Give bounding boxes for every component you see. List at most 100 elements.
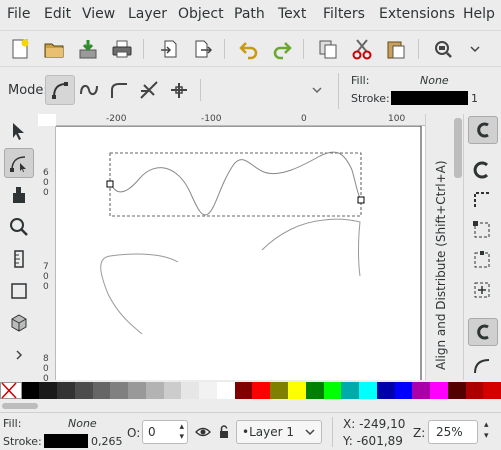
menu-extensions[interactable]: Extensions: [379, 6, 455, 22]
stroke-color-swatch[interactable]: [391, 91, 468, 105]
more-tools-icon[interactable]: [4, 340, 34, 370]
color-swatch[interactable]: [483, 382, 501, 399]
node-tool-icon[interactable]: [4, 148, 34, 178]
menu-edit[interactable]: Edit: [44, 6, 71, 22]
import-arrow-icon[interactable]: [155, 35, 183, 63]
snap-midpoint-icon[interactable]: [472, 250, 492, 274]
command-bar: [0, 30, 501, 66]
spin-down-icon[interactable]: ▾: [484, 431, 489, 441]
zoom-label: Z:: [413, 426, 426, 440]
color-swatch[interactable]: [216, 382, 235, 399]
measure-tool-icon[interactable]: [4, 244, 34, 274]
scrollbar-thumb[interactable]: [2, 403, 38, 409]
shape-dropdown-chevron-icon[interactable]: [310, 83, 324, 101]
spin-up-icon[interactable]: ▴: [179, 422, 184, 432]
snap-center-icon[interactable]: [472, 280, 492, 304]
menu-object[interactable]: Object: [178, 6, 224, 22]
snap-toolbar: [463, 114, 501, 380]
color-swatch[interactable]: [270, 382, 289, 399]
rect-tool-icon[interactable]: [4, 276, 34, 306]
spin-down-icon[interactable]: ▾: [179, 432, 184, 442]
undo-icon[interactable]: [235, 35, 263, 63]
eye-icon[interactable]: [195, 425, 211, 443]
color-swatch[interactable]: [359, 382, 377, 399]
color-swatch[interactable]: [145, 382, 164, 399]
color-swatch[interactable]: [305, 382, 324, 399]
color-swatch[interactable]: [341, 382, 360, 399]
color-swatch[interactable]: [252, 382, 271, 399]
snap-bbox-icon[interactable]: [472, 160, 492, 184]
lock-icon[interactable]: [217, 424, 231, 444]
color-swatch[interactable]: [39, 382, 58, 399]
color-swatch[interactable]: [92, 382, 111, 399]
color-swatch[interactable]: [57, 382, 75, 399]
color-swatch[interactable]: [447, 382, 466, 399]
color-swatch[interactable]: [163, 382, 182, 399]
zoom-icon[interactable]: [429, 35, 457, 63]
open-icon[interactable]: [40, 35, 68, 63]
menu-text[interactable]: Text: [278, 6, 306, 22]
print-icon[interactable]: [108, 35, 136, 63]
color-swatch[interactable]: [74, 382, 93, 399]
tweak-tool-icon[interactable]: [4, 180, 34, 210]
paraxial-mode-icon[interactable]: [138, 79, 160, 101]
new-document-icon[interactable]: [6, 35, 34, 63]
color-swatch[interactable]: [412, 382, 431, 399]
color-swatch[interactable]: [394, 382, 413, 399]
color-swatch[interactable]: [110, 382, 129, 399]
duplicate-icon[interactable]: [314, 35, 342, 63]
color-swatch[interactable]: [128, 382, 146, 399]
color-swatch[interactable]: [199, 382, 217, 399]
opacity-spinbox[interactable]: 0 ▴ ▾: [142, 420, 188, 444]
color-swatch[interactable]: [288, 382, 306, 399]
zoom-spinbox[interactable]: 25%: [428, 420, 478, 444]
menu-view[interactable]: View: [82, 6, 115, 22]
node-handle[interactable]: [106, 180, 114, 188]
cut-icon[interactable]: [348, 35, 376, 63]
menu-layer[interactable]: Layer: [128, 6, 167, 22]
menu-path[interactable]: Path: [234, 6, 265, 22]
zoom-tool-icon[interactable]: [4, 212, 34, 242]
straight-line-mode-icon[interactable]: [168, 79, 190, 101]
color-swatch[interactable]: [21, 382, 40, 399]
import-icon[interactable]: [74, 35, 102, 63]
3dbox-tool-icon[interactable]: [4, 308, 34, 338]
redo-icon[interactable]: [268, 35, 296, 63]
spin-up-icon[interactable]: ▴: [484, 420, 489, 430]
color-swatch[interactable]: [323, 382, 342, 399]
node-handle[interactable]: [357, 196, 365, 204]
bspline-mode-icon[interactable]: [108, 79, 130, 101]
mode-label: Mode:: [8, 83, 48, 98]
align-distribute-tab[interactable]: Align and Distribute (Shift+Ctrl+A): [431, 120, 451, 370]
paste-icon[interactable]: [382, 35, 410, 63]
status-stroke-swatch[interactable]: [44, 434, 88, 448]
fill-value[interactable]: None: [420, 74, 449, 87]
canvas[interactable]: [38, 114, 425, 380]
snap-path-icon[interactable]: [472, 356, 492, 380]
zoom-stepper[interactable]: ▴ ▾: [482, 420, 498, 444]
layer-dropdown[interactable]: •Layer 1: [236, 420, 322, 444]
spiro-mode-icon[interactable]: [78, 79, 100, 101]
no-paint-swatch[interactable]: [0, 382, 22, 399]
status-fill-value[interactable]: None: [68, 417, 97, 430]
snap-toggle-icon[interactable]: [468, 116, 498, 144]
dock-scrollbar[interactable]: [454, 118, 462, 178]
menu-help[interactable]: Help: [463, 6, 495, 22]
snap-nodes-icon[interactable]: [468, 318, 498, 346]
color-swatch[interactable]: [430, 382, 448, 399]
selector-tool-icon[interactable]: [4, 116, 34, 146]
color-swatch[interactable]: [376, 382, 395, 399]
color-swatch[interactable]: [181, 382, 200, 399]
menu-filters[interactable]: Filters: [323, 6, 365, 22]
more-icon[interactable]: [461, 35, 489, 63]
color-swatch[interactable]: [465, 382, 484, 399]
regular-bezier-mode-button[interactable]: [45, 75, 75, 105]
snap-bbox-corner-icon[interactable]: [472, 220, 492, 244]
ruler-label: 0: [43, 272, 49, 282]
menu-file[interactable]: File: [7, 6, 30, 22]
color-swatch[interactable]: [234, 382, 253, 399]
export-icon[interactable]: [189, 35, 217, 63]
opacity-value: 0: [148, 425, 156, 439]
horizontal-scrollbar[interactable]: [0, 400, 501, 412]
snap-bbox-edge-icon[interactable]: [472, 190, 492, 214]
